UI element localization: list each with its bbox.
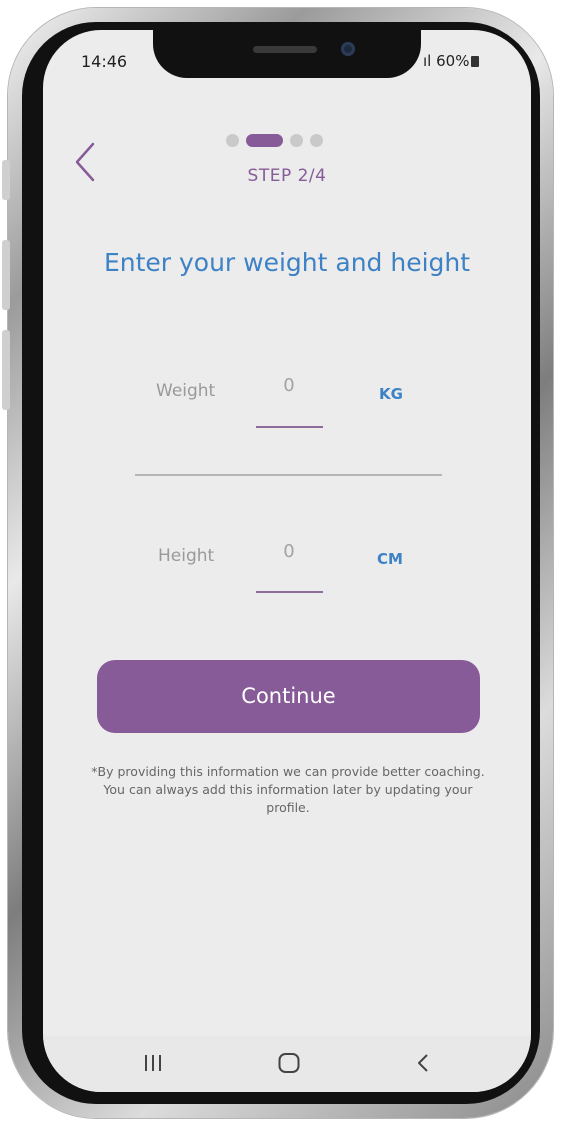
- height-label: Height: [158, 546, 215, 566]
- step-dot-4: [310, 134, 323, 147]
- status-indicators: ıl 60%: [423, 52, 480, 70]
- step-dot-3: [290, 134, 303, 147]
- continue-button[interactable]: Continue: [97, 660, 480, 733]
- nav-recents-button[interactable]: [143, 1052, 163, 1078]
- status-time: 14:46: [81, 52, 128, 71]
- back-icon: [418, 1054, 428, 1072]
- speaker: [253, 46, 317, 53]
- section-divider: [135, 474, 442, 476]
- height-underline: [256, 591, 323, 593]
- nav-back-button[interactable]: [415, 1052, 431, 1078]
- battery-percent: 60%: [436, 52, 470, 70]
- step-dot-1: [226, 134, 239, 147]
- step-label: STEP 2/4: [247, 166, 327, 186]
- weight-label: Weight: [156, 381, 216, 401]
- home-icon: [278, 1053, 300, 1073]
- screen: 14:46 ıl 60% STEP 2/4 Enter your weight …: [43, 30, 531, 1092]
- system-nav-bar: [43, 1036, 531, 1092]
- front-camera: [341, 42, 355, 56]
- weight-underline: [256, 426, 323, 428]
- weight-input[interactable]: [256, 375, 322, 396]
- page-title: Enter your weight and height: [103, 248, 471, 277]
- notch: [153, 30, 421, 78]
- disclaimer-text: *By providing this information we can pr…: [91, 764, 485, 815]
- battery-icon: [471, 56, 480, 67]
- nav-home-button[interactable]: [277, 1052, 301, 1078]
- height-unit: CM: [377, 550, 403, 568]
- weight-unit: KG: [379, 385, 403, 403]
- volume-up-button: [2, 160, 10, 200]
- signal-icon: ıl: [423, 52, 432, 70]
- height-input[interactable]: [256, 541, 322, 562]
- side-key: [2, 330, 10, 410]
- step-dot-2-active: [246, 134, 283, 147]
- recents-icon: [145, 1055, 161, 1071]
- volume-down-button: [2, 240, 10, 310]
